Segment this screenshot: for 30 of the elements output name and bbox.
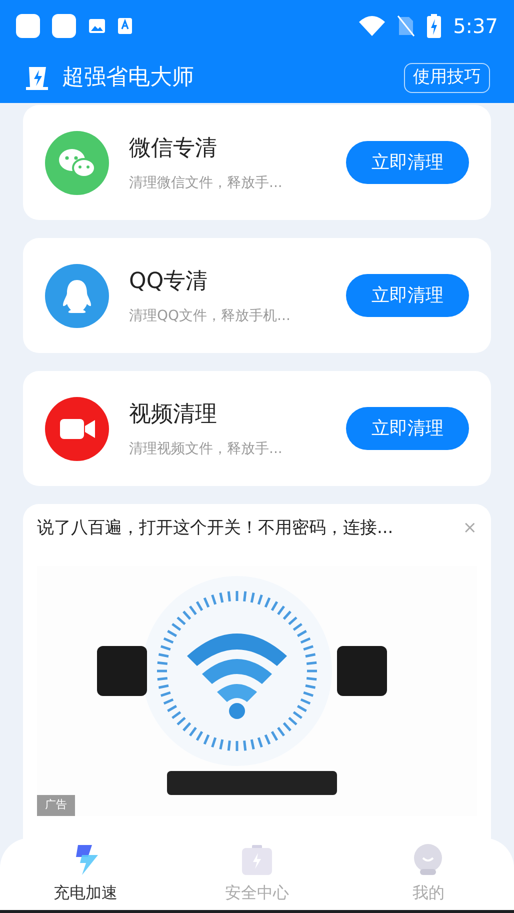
status-time: 5:37 [453,13,498,40]
penguin-icon [45,264,109,328]
app-icon [118,18,132,34]
no-signal-icon [397,15,416,37]
app-logo-icon [24,64,50,90]
card-title: 视频清理 [129,400,218,428]
card-subtitle: 清理微信文件，释放手... [129,174,284,192]
clean-button[interactable]: 立即清理 [346,141,469,184]
clean-button[interactable]: 立即清理 [346,274,469,317]
tips-button[interactable]: 使用技巧 [404,62,490,92]
video-camera-icon [45,396,109,460]
notification-icon [52,14,76,38]
nav-tab[interactable]: 我的 [342,838,514,910]
ad-tag: 广告 [37,795,75,816]
card-subtitle: 清理视频文件，释放手... [129,440,284,458]
wifi-icon [359,16,386,36]
battery-icon [240,843,274,877]
notification-icon [16,14,40,38]
chat-bubbles-icon [45,130,109,194]
card-subtitle: 清理QQ文件，释放手机... [129,306,292,326]
close-button[interactable]: × [462,520,477,538]
nav-tab[interactable]: 安全中心 [171,838,343,910]
clean-button[interactable]: 立即清理 [346,407,469,450]
battery-charging-icon [427,14,442,38]
image-icon [88,18,106,34]
app-title: 超强省电大师 [62,64,194,92]
card-title: 微信专清 [129,134,218,162]
nav-tab[interactable]: 充电加速 [0,838,172,910]
card-title: QQ专清 [129,268,209,296]
ad-headline: 说了八百遍，打开这个开关！不用密码，连接... [37,517,394,540]
